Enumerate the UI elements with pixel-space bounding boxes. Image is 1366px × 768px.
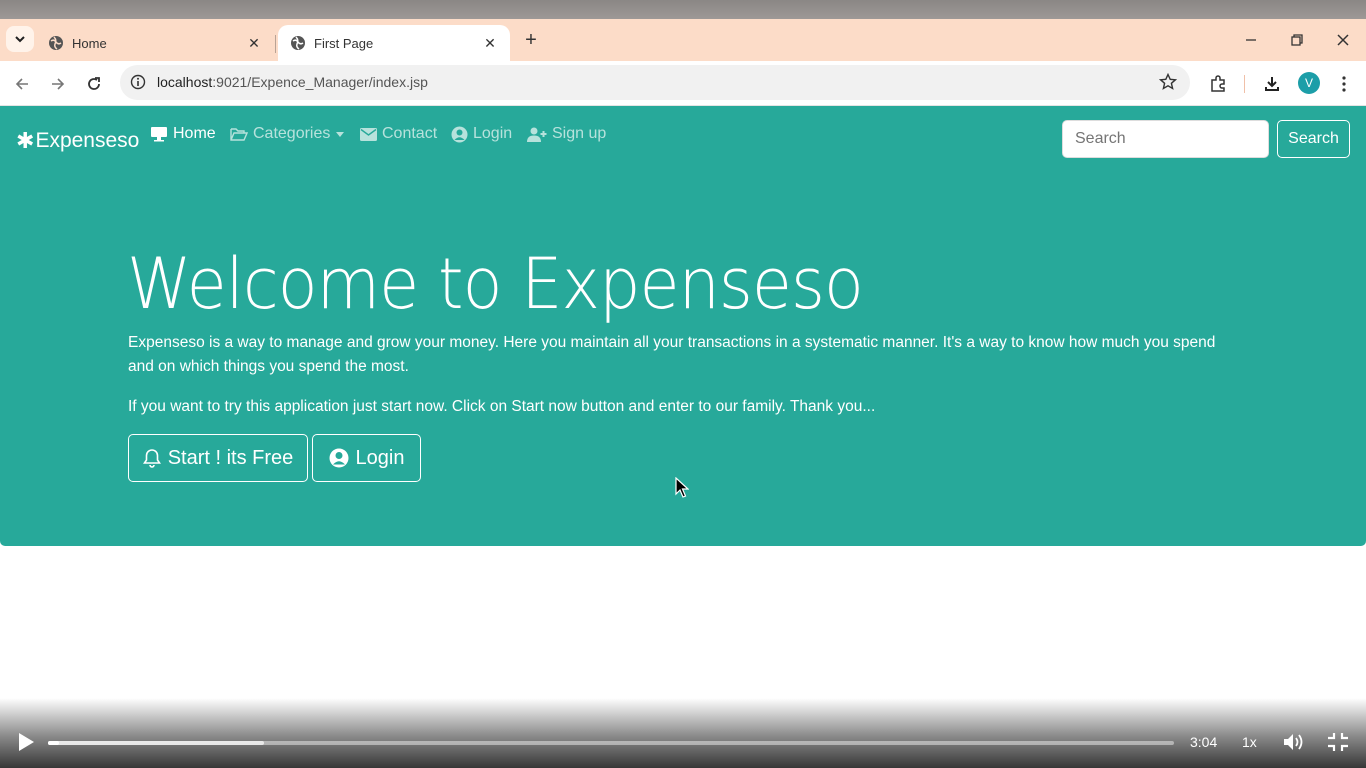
nav-categories[interactable]: Categories [230, 125, 345, 143]
nav-signup[interactable]: Sign up [527, 125, 606, 143]
volume-icon[interactable] [1283, 732, 1305, 752]
url-text: localhost:9021/Expence_Manager/index.jsp [157, 74, 428, 90]
user-circle-icon [451, 126, 468, 142]
button-label: Login [355, 446, 405, 469]
download-icon[interactable] [1258, 70, 1286, 98]
brand-name: Expenseso [35, 129, 140, 152]
mouse-cursor-icon [675, 477, 689, 498]
button-label: Start ! its Free [167, 446, 294, 469]
forward-button[interactable] [44, 70, 72, 98]
video-played-fill [48, 741, 60, 745]
reload-button[interactable] [80, 70, 108, 98]
nav-label: Sign up [552, 125, 607, 142]
bookmark-star-icon[interactable] [1158, 72, 1178, 92]
video-buffer-fill [48, 741, 265, 745]
browser-tab-bar: Home ✕ First Page ✕ + [0, 19, 1366, 61]
close-icon[interactable]: ✕ [482, 35, 498, 51]
kebab-menu-icon[interactable] [1330, 70, 1358, 98]
nav-login[interactable]: Login [451, 125, 512, 143]
hero-call-to-action-text: If you want to try this application just… [128, 398, 876, 415]
user-circle-icon [329, 448, 349, 468]
close-window-button[interactable] [1320, 29, 1366, 51]
search-button[interactable]: Search [1277, 120, 1350, 158]
video-progress-bar[interactable] [48, 741, 1174, 745]
browser-toolbar: localhost:9021/Expence_Manager/index.jsp… [0, 61, 1366, 106]
envelope-icon [360, 127, 377, 141]
tab-title: First Page [314, 35, 374, 51]
nav-label: Login [473, 125, 513, 142]
monitor-icon [151, 127, 167, 142]
caret-down-icon [336, 131, 345, 137]
exit-fullscreen-icon[interactable] [1327, 732, 1349, 752]
nav-home[interactable]: Home [150, 125, 216, 143]
chevron-down-icon [15, 36, 25, 43]
arrow-left-icon [15, 78, 28, 90]
hero-description: Expenseso is a way to manage and grow yo… [128, 334, 1216, 375]
video-time: 3:04 [1190, 734, 1218, 750]
playback-speed-button[interactable]: 1x [1242, 734, 1257, 750]
new-tab-button[interactable]: + [520, 29, 542, 51]
hero-title: Welcome to Expenseso [127, 243, 864, 325]
restore-icon [1291, 34, 1303, 46]
start-free-button[interactable]: Start ! its Free [128, 434, 308, 482]
user-plus-icon [527, 127, 547, 142]
play-icon[interactable] [16, 732, 36, 752]
globe-icon [49, 36, 63, 50]
nav-label: Home [173, 125, 216, 142]
close-icon[interactable]: ✕ [246, 35, 262, 51]
minimize-button[interactable] [1228, 29, 1274, 51]
site-navbar: ✱ Expenseso Home Categories Contact Logi… [0, 106, 1366, 171]
brand-logo[interactable]: ✱ Expenseso [16, 128, 139, 154]
tab-title: Home [72, 35, 107, 51]
video-controls: 3:04 1x [0, 698, 1366, 768]
globe-icon [291, 36, 305, 50]
site-info-icon[interactable] [128, 72, 148, 92]
reload-icon [88, 77, 100, 90]
nav-label: Categories [253, 125, 331, 142]
back-button[interactable] [8, 70, 36, 98]
url-host: localhost [157, 74, 213, 90]
tab-first-page[interactable]: First Page ✕ [278, 25, 510, 61]
extensions-icon[interactable] [1204, 70, 1232, 98]
bell-icon [142, 449, 161, 468]
search-input[interactable] [1062, 120, 1269, 158]
nav-contact[interactable]: Contact [360, 125, 437, 143]
folder-open-icon [230, 128, 248, 141]
address-bar[interactable]: localhost:9021/Expence_Manager/index.jsp [120, 65, 1190, 100]
restore-button[interactable] [1274, 29, 1320, 51]
tab-search-button[interactable] [6, 26, 34, 52]
tab-home[interactable]: Home ✕ [36, 25, 274, 61]
url-path: :9021/Expence_Manager/index.jsp [212, 74, 428, 90]
nav-label: Contact [382, 125, 438, 142]
login-button[interactable]: Login [312, 434, 421, 482]
profile-avatar[interactable]: V [1298, 72, 1320, 94]
screen-top-strip [0, 0, 1366, 19]
minimize-icon [1246, 39, 1256, 41]
close-icon [1337, 34, 1349, 46]
asterisk-icon: ✱ [16, 128, 35, 153]
toolbar-separator [1244, 75, 1245, 93]
tab-divider [275, 35, 276, 53]
arrow-right-icon [52, 78, 65, 90]
